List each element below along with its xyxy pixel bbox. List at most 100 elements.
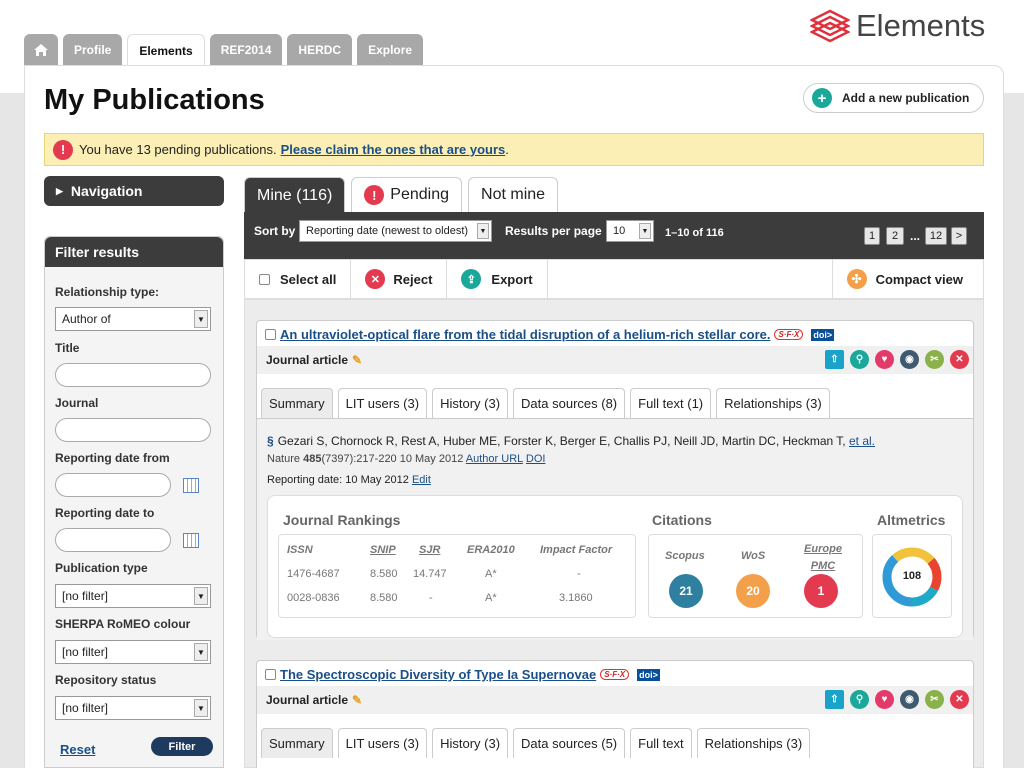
altmetric-score: 108: [902, 570, 922, 582]
next-page-button[interactable]: >: [951, 227, 967, 245]
citation-label-scopus: Scopus: [665, 550, 705, 562]
journal-input[interactable]: [55, 418, 211, 442]
pencil-icon[interactable]: ✎: [352, 353, 362, 367]
pubtype-select[interactable]: [no filter] ▼: [55, 584, 211, 608]
europe-pmc-count-badge[interactable]: 1: [804, 574, 838, 608]
reject-button[interactable]: ✕ Reject: [351, 260, 448, 298]
tab-elements[interactable]: Elements: [127, 34, 205, 67]
rpp-select[interactable]: 10 ▼: [606, 220, 654, 242]
repo-value: [no filter]: [62, 701, 109, 715]
tab-pending[interactable]: ! Pending: [351, 177, 463, 212]
page-ellipsis: ...: [910, 229, 921, 243]
tab-relationships[interactable]: Relationships (3): [696, 728, 811, 758]
tab-herdc[interactable]: HERDC: [287, 34, 353, 66]
add-publication-button[interactable]: + Add a new publication: [803, 83, 984, 113]
link-icon: §: [267, 434, 274, 448]
tab-summary[interactable]: Summary: [261, 388, 333, 418]
citation-label-europe-pmc[interactable]: Europe PMC: [801, 541, 845, 575]
tag-icon[interactable]: ✂: [925, 350, 944, 369]
tab-lit-users[interactable]: LIT users (3): [337, 728, 428, 758]
title-label: Title: [55, 341, 80, 355]
tab-relationships[interactable]: Relationships (3): [716, 388, 830, 418]
sort-select[interactable]: Reporting date (newest to oldest) ▼: [299, 220, 492, 242]
heart-icon[interactable]: ♥: [875, 690, 894, 709]
doi-icon[interactable]: doi>: [637, 668, 660, 681]
pencil-icon[interactable]: ✎: [352, 693, 362, 707]
heart-icon[interactable]: ♥: [875, 350, 894, 369]
calendar-icon[interactable]: [183, 478, 199, 493]
select-all[interactable]: Select all: [245, 260, 352, 298]
rank-header-era: ERA2010: [467, 544, 515, 556]
navigation-toggle[interactable]: ▶ Navigation: [44, 176, 224, 206]
doi-link[interactable]: DOI: [526, 453, 546, 465]
sfx-icon[interactable]: S·F·X: [600, 669, 630, 680]
tab-full-text[interactable]: Full text (1): [630, 388, 712, 418]
tab-ref2014[interactable]: REF2014: [209, 34, 283, 66]
publication-checkbox[interactable]: [265, 669, 276, 680]
bulk-actions: Select all ✕ Reject ⇪ Export ✣ Compact v…: [244, 259, 984, 299]
upload-icon[interactable]: ⇧: [825, 350, 844, 369]
repo-select[interactable]: [no filter] ▼: [55, 696, 211, 720]
doi-icon[interactable]: doi>: [811, 328, 835, 341]
tab-data-sources[interactable]: Data sources (8): [513, 388, 626, 418]
tab-data-sources[interactable]: Data sources (5): [513, 728, 626, 758]
eye-icon[interactable]: ◉: [900, 350, 919, 369]
sherpa-value: [no filter]: [62, 645, 109, 659]
rank-header-snip[interactable]: SNIP: [370, 544, 396, 556]
publication-title-link[interactable]: An ultraviolet-optical flare from the ti…: [280, 327, 770, 342]
publication-card: The Spectroscopic Diversity of Type Ia S…: [256, 660, 974, 768]
search-icon[interactable]: ⚲: [850, 350, 869, 369]
search-icon[interactable]: ⚲: [850, 690, 869, 709]
publication-title-link[interactable]: The Spectroscopic Diversity of Type Ia S…: [280, 667, 596, 682]
page-2-button[interactable]: 2: [886, 227, 904, 245]
select-all-checkbox[interactable]: [259, 273, 270, 285]
close-icon[interactable]: ✕: [950, 350, 969, 369]
scopus-count-badge[interactable]: 21: [669, 574, 703, 608]
tab-mine[interactable]: Mine (116): [244, 177, 346, 213]
export-button[interactable]: ⇪ Export: [447, 260, 548, 298]
tab-not-mine[interactable]: Not mine: [468, 177, 559, 212]
publication-actions: ⇧ ⚲ ♥ ◉ ✂ ✕: [819, 350, 969, 369]
rank-header-sjr[interactable]: SJR: [419, 544, 440, 556]
home-icon: [34, 44, 48, 56]
page-12-button[interactable]: 12: [925, 227, 947, 245]
wos-count-badge[interactable]: 20: [736, 574, 770, 608]
relationship-select[interactable]: Author of ▼: [55, 307, 211, 331]
filter-button[interactable]: Filter: [151, 737, 213, 756]
reset-link[interactable]: Reset: [60, 742, 95, 757]
tab-summary[interactable]: Summary: [261, 728, 333, 758]
home-tab[interactable]: [24, 34, 58, 66]
tab-explore[interactable]: Explore: [357, 34, 424, 66]
tab-profile[interactable]: Profile: [63, 34, 123, 66]
export-icon: ⇪: [461, 269, 482, 289]
et-al-link[interactable]: et al.: [849, 434, 875, 448]
tab-full-text[interactable]: Full text: [630, 728, 692, 758]
sherpa-select[interactable]: [no filter] ▼: [55, 640, 211, 664]
claim-link[interactable]: Please claim the ones that are yours: [281, 142, 506, 157]
rankings-table: ISSN SNIP SJR ERA2010 Impact Factor 1476…: [278, 534, 636, 618]
compact-view-button[interactable]: ✣ Compact view: [831, 260, 983, 298]
tag-icon[interactable]: ✂: [925, 690, 944, 709]
date-to-input[interactable]: [55, 528, 171, 552]
tab-history[interactable]: History (3): [432, 728, 509, 758]
title-input[interactable]: [55, 363, 211, 387]
page-1-button[interactable]: 1: [864, 227, 880, 245]
rank-cell: 14.747: [413, 568, 447, 580]
close-icon[interactable]: ✕: [950, 690, 969, 709]
chevron-down-icon: ▼: [194, 699, 208, 717]
eye-icon[interactable]: ◉: [900, 690, 919, 709]
pubtype-label: Publication type: [55, 561, 148, 575]
rank-cell: -: [577, 568, 581, 580]
calendar-icon[interactable]: [183, 533, 199, 548]
sfx-icon[interactable]: S·F·X: [774, 329, 804, 340]
brand-logo[interactable]: Elements: [810, 8, 985, 44]
edit-link[interactable]: Edit: [412, 474, 431, 486]
tab-lit-users[interactable]: LIT users (3): [337, 388, 428, 418]
author-url-link[interactable]: Author URL: [466, 453, 523, 465]
tab-history[interactable]: History (3): [432, 388, 509, 418]
rpp-label: Results per page: [505, 224, 602, 238]
journal-name: Nature: [267, 453, 301, 465]
publication-checkbox[interactable]: [265, 329, 276, 340]
date-from-input[interactable]: [55, 473, 171, 497]
upload-icon[interactable]: ⇧: [825, 690, 844, 709]
